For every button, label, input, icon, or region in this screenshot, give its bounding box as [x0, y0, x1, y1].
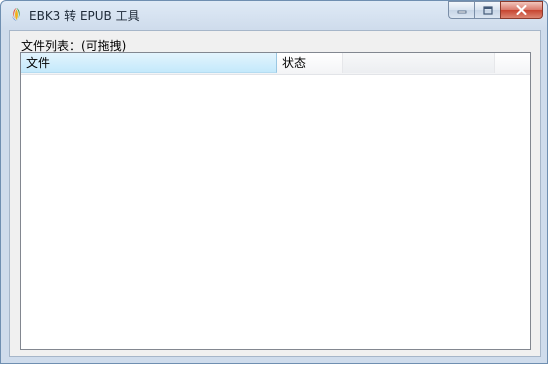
close-icon	[516, 5, 527, 15]
app-window: EBK3 转 EPUB 工具 文件列表：(可拖拽) 文件 状态	[0, 0, 548, 364]
minimize-icon	[457, 10, 466, 14]
app-logo-icon	[12, 8, 20, 21]
title-bar[interactable]: EBK3 转 EPUB 工具	[1, 1, 547, 29]
column-header-file[interactable]: 文件	[21, 53, 277, 73]
close-button[interactable]	[500, 1, 543, 19]
column-header-status[interactable]: 状态	[277, 53, 343, 73]
list-rows[interactable]	[21, 74, 530, 349]
maximize-icon	[482, 5, 493, 15]
maximize-button[interactable]	[474, 1, 500, 19]
window-title: EBK3 转 EPUB 工具	[29, 9, 140, 23]
client-area: 文件列表：(可拖拽) 文件 状态	[9, 30, 541, 357]
list-header: 文件 状态	[21, 53, 530, 75]
column-header-empty[interactable]	[343, 53, 495, 73]
minimize-button[interactable]	[448, 1, 474, 19]
file-list-view[interactable]: 文件 状态	[20, 52, 531, 350]
caption-buttons	[448, 1, 543, 20]
